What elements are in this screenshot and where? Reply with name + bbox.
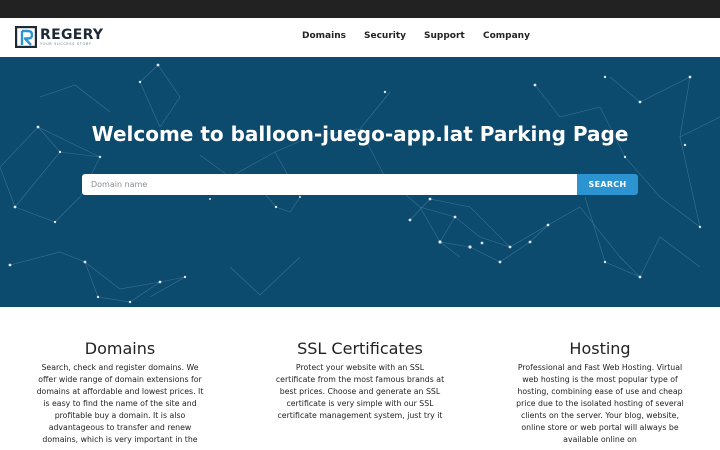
feature-text: Search, check and register domains. We o… — [36, 363, 204, 444]
nav-item-support[interactable]: Support — [424, 30, 465, 42]
feature-title: SSL Certificates — [297, 339, 423, 358]
hero-title: Welcome to balloon-juego-app.lat Parking… — [91, 122, 629, 146]
domain-search-input[interactable] — [82, 174, 577, 195]
hero-banner: Welcome to balloon-juego-app.lat Parking… — [0, 57, 720, 307]
search-button[interactable]: SEARCH — [577, 174, 638, 195]
navbar: REGERY YOUR SUCCESS STORY Domains Securi… — [0, 18, 720, 57]
nav-item-company[interactable]: Company — [483, 30, 530, 42]
nav-item-security[interactable]: Security — [364, 30, 406, 42]
domain-search-form: SEARCH — [82, 174, 638, 195]
feature-text: Protect your website with an SSL certifi… — [275, 363, 445, 420]
nav-item-domains[interactable]: Domains — [302, 30, 346, 42]
feature-hosting: Hosting Professional and Fast Web Hostin… — [515, 338, 685, 446]
top-bar — [0, 0, 720, 18]
feature-text: Professional and Fast Web Hosting. Virtu… — [516, 363, 684, 444]
main-nav: Domains Security Support Company — [0, 18, 720, 57]
feature-title: Hosting — [569, 339, 631, 358]
feature-title: Domains — [84, 339, 156, 358]
feature-domains: Domains Search, check and register domai… — [35, 338, 205, 446]
feature-ssl-certificates: SSL Certificates Protect your website wi… — [275, 338, 445, 422]
features-section: Domains Search, check and register domai… — [0, 307, 720, 450]
